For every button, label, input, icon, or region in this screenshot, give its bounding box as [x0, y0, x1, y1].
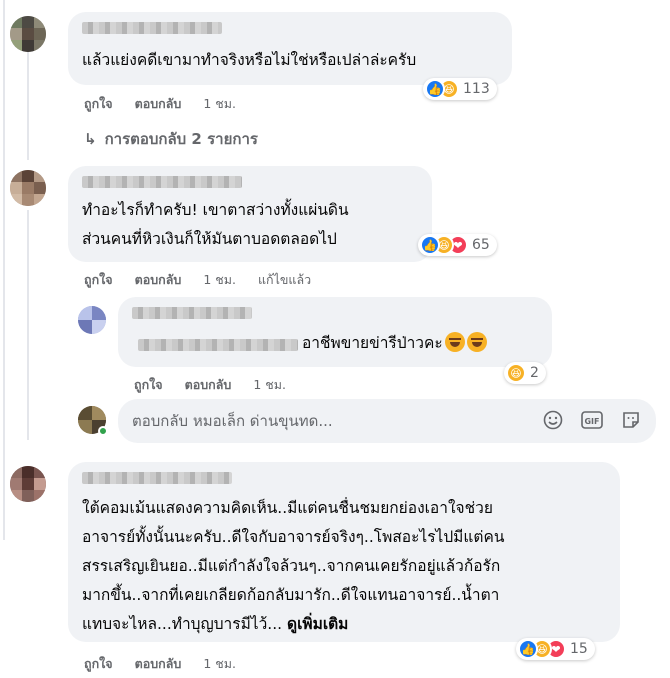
- thread-line: [3, 0, 5, 540]
- reply-button[interactable]: ตอบกลับ: [135, 654, 182, 674]
- reaction-count: 113: [463, 81, 490, 97]
- comment-actions: ถูกใจ ตอบกลับ 1 ชม. แก้ไขแล้ว: [84, 270, 311, 290]
- reaction-count: 2: [530, 365, 539, 381]
- comment-bubble: ทำอะไรก็ทำครับ! เขาตาสว่างทั้งแผ่นดิน ส่…: [68, 166, 432, 262]
- avatar[interactable]: [78, 306, 106, 334]
- comment-text: ใต้คอมเม้นแสดงความคิดเห็น..มีแต่คนชื่นชม…: [82, 499, 505, 633]
- author-name[interactable]: [82, 22, 222, 34]
- timestamp[interactable]: 1 ชม.: [253, 375, 286, 395]
- like-button[interactable]: ถูกใจ: [134, 375, 163, 395]
- gif-icon[interactable]: GIF: [581, 409, 603, 431]
- reply-bubble: อาชีพขายข่ารีป่าวคะ: [118, 297, 552, 367]
- author-name[interactable]: [132, 307, 252, 319]
- edited-label: แก้ไขแล้ว: [257, 272, 312, 287]
- reply-button[interactable]: ตอบกลับ: [135, 270, 182, 290]
- comment-bubble: ใต้คอมเม้นแสดงความคิดเห็น..มีแต่คนชื่นชม…: [68, 462, 620, 642]
- reply-button[interactable]: ตอบกลับ: [135, 94, 182, 114]
- laughing-emoji-icon: [466, 332, 487, 352]
- author-name[interactable]: [82, 176, 242, 188]
- see-more-link[interactable]: ดูเพิ่มเติม: [287, 615, 348, 633]
- view-replies-label: การตอบกลับ 2 รายการ: [104, 130, 258, 148]
- reaction-summary[interactable]: 👍 😆 ❤ 15: [516, 638, 595, 660]
- svg-text:GIF: GIF: [584, 417, 599, 426]
- thread-line: [27, 210, 29, 440]
- reply-actions: ถูกใจ ตอบกลับ 1 ชม.: [134, 375, 286, 395]
- avatar[interactable]: [10, 16, 46, 52]
- timestamp[interactable]: 1 ชม.: [203, 270, 236, 290]
- timestamp[interactable]: 1 ชม.: [203, 654, 236, 674]
- reaction-count: 15: [570, 641, 588, 657]
- like-icon: 👍: [425, 79, 445, 99]
- reply-input[interactable]: [132, 399, 512, 443]
- reaction-count: 65: [472, 237, 490, 253]
- view-replies-link[interactable]: ↳ การตอบกลับ 2 รายการ: [84, 127, 258, 151]
- reply-connector: [27, 300, 29, 322]
- emoji-icon[interactable]: [542, 409, 564, 431]
- avatar[interactable]: [10, 466, 46, 502]
- comment-actions: ถูกใจ ตอบกลับ 1 ชม.: [84, 654, 236, 674]
- laughing-emoji-icon: [444, 332, 465, 352]
- like-icon: 👍: [420, 235, 440, 255]
- online-status-dot: [98, 426, 108, 436]
- reaction-summary[interactable]: 👍 😆 113: [423, 78, 497, 100]
- reply-arrow-icon: ↳: [84, 130, 97, 148]
- like-button[interactable]: ถูกใจ: [84, 94, 113, 114]
- avatar[interactable]: [10, 170, 46, 206]
- timestamp[interactable]: 1 ชม.: [203, 94, 236, 114]
- sticker-icon[interactable]: [620, 409, 642, 431]
- thread-line: [27, 50, 29, 160]
- mention-tag[interactable]: [138, 339, 298, 351]
- comment-bubble: แล้วแย่งคดีเขามาทำจริงหรือไม่ใช่หรือเปล่…: [68, 12, 512, 85]
- reaction-summary[interactable]: 😆 2: [504, 362, 546, 384]
- comment-actions: ถูกใจ ตอบกลับ 1 ชม.: [84, 94, 236, 114]
- comment-text: ทำอะไรก็ทำครับ! เขาตาสว่างทั้งแผ่นดิน ส่…: [82, 201, 349, 248]
- reply-button[interactable]: ตอบกลับ: [185, 375, 232, 395]
- like-icon: 👍: [518, 639, 538, 659]
- reply-text: อาชีพขายข่ารีป่าวคะ: [302, 329, 552, 358]
- comment-text: แล้วแย่งคดีเขามาทำจริงหรือไม่ใช่หรือเปล่…: [82, 51, 417, 69]
- reaction-summary[interactable]: 👍 😆 ❤ 65: [418, 234, 497, 256]
- reply-input-box[interactable]: GIF: [118, 399, 656, 443]
- like-button[interactable]: ถูกใจ: [84, 654, 113, 674]
- author-name[interactable]: [82, 472, 232, 484]
- haha-icon: 😆: [506, 363, 526, 383]
- like-button[interactable]: ถูกใจ: [84, 270, 113, 290]
